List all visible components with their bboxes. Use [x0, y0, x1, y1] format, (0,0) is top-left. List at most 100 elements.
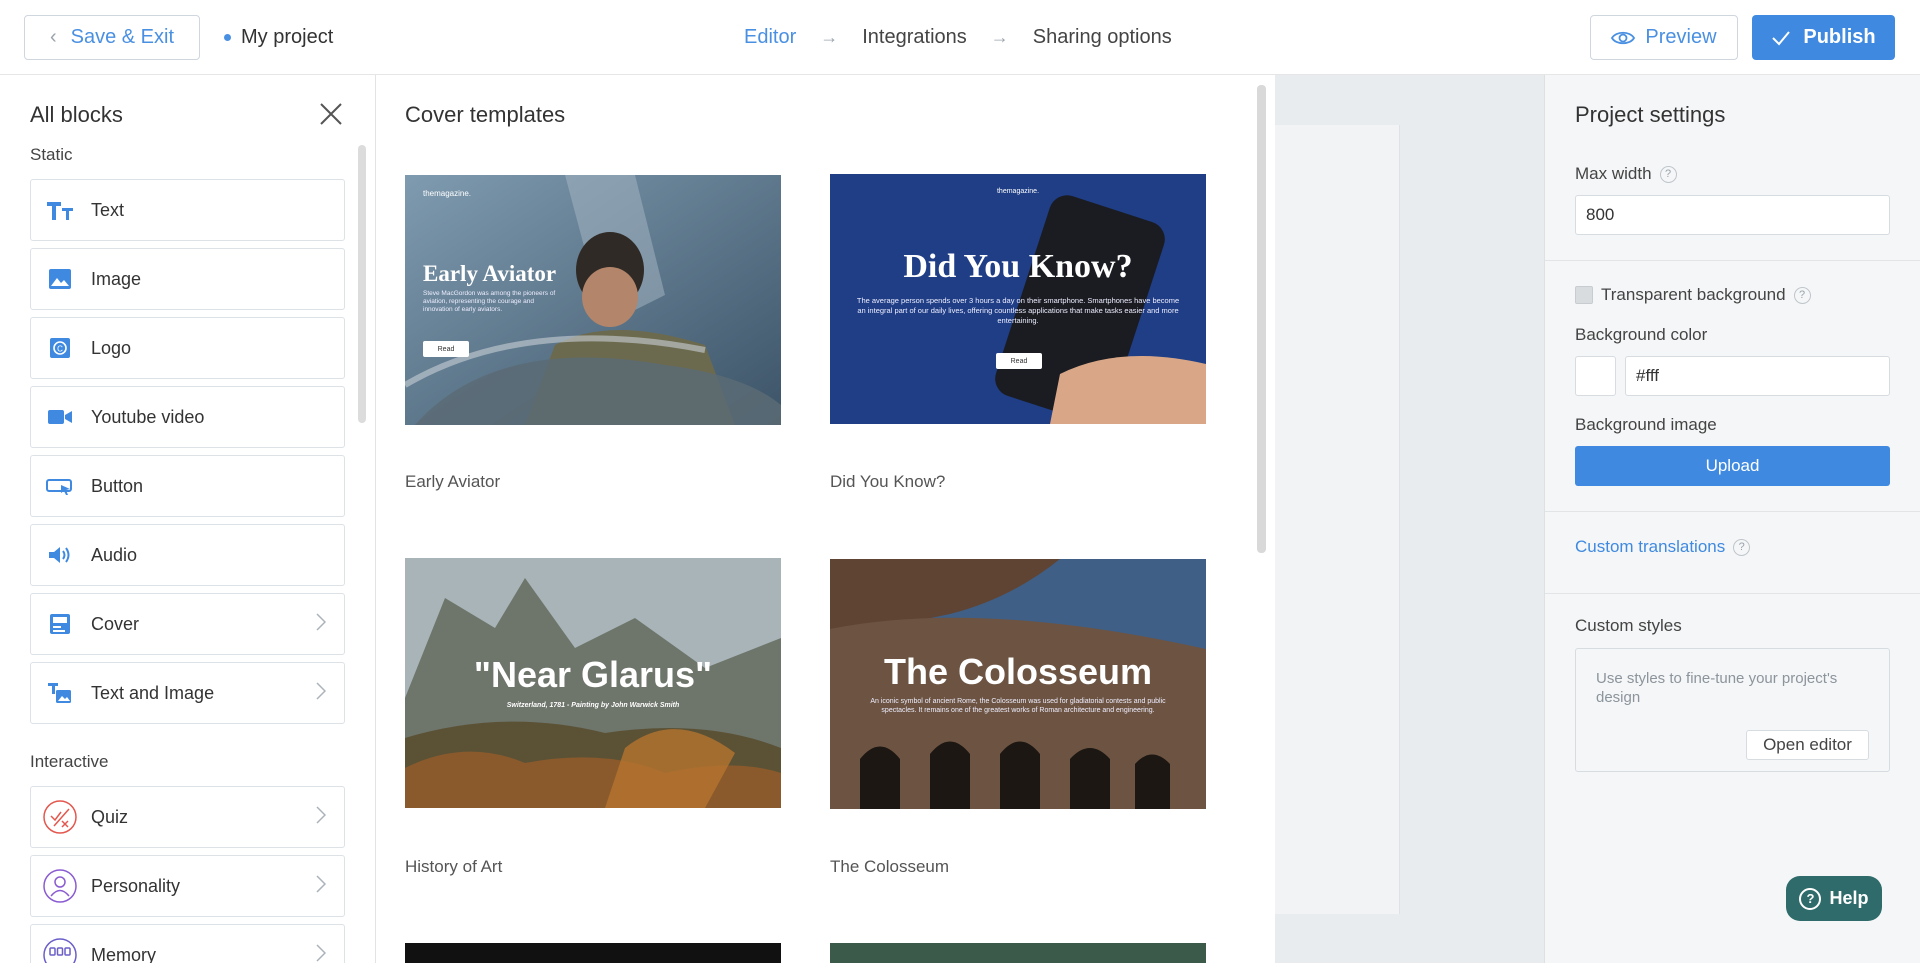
- divider: [1545, 511, 1920, 512]
- block-item-youtube-video[interactable]: Youtube video: [30, 386, 345, 448]
- block-item-label: Text and Image: [91, 682, 215, 703]
- custom-styles-box: Use styles to fine-tune your project's d…: [1575, 648, 1890, 772]
- max-width-label: Max width ?: [1575, 164, 1677, 184]
- template-body: The average person spends over 3 hours a…: [856, 296, 1180, 325]
- template-body: Steve MacGordon was among the pioneers o…: [423, 290, 556, 313]
- block-item-quiz[interactable]: Quiz: [30, 786, 345, 848]
- block-item-label: Audio: [91, 544, 138, 565]
- template-caption: Did You Know?: [830, 472, 946, 491]
- template-brand: themagazine.: [423, 189, 472, 198]
- background-color-input[interactable]: #fff: [1625, 356, 1890, 396]
- check-icon: [1772, 30, 1791, 45]
- upload-button[interactable]: Upload: [1575, 446, 1890, 486]
- publish-label: Publish: [1803, 26, 1876, 48]
- step-sharing-options[interactable]: Sharing options: [1033, 26, 1172, 49]
- block-item-label: Button: [91, 475, 144, 496]
- chevron-right-icon: [316, 874, 327, 898]
- help-button[interactable]: ? Help: [1786, 876, 1882, 921]
- question-icon: ?: [1799, 887, 1822, 910]
- template-body: Switzerland, 1781 - Painting by John War…: [506, 702, 680, 709]
- step-editor[interactable]: Editor: [744, 26, 796, 49]
- block-item-label: Logo: [91, 337, 132, 358]
- svg-text:C: C: [57, 345, 63, 354]
- block-item-personality[interactable]: Personality: [30, 855, 345, 917]
- blocks-panel: All blocks Static Text Image C Logo Yout…: [0, 75, 376, 963]
- custom-styles-hint: Use styles to fine-tune your project's d…: [1596, 670, 1838, 706]
- project-page-preview[interactable]: [1275, 125, 1400, 914]
- custom-translations-label: Custom translations: [1575, 537, 1726, 556]
- publish-button[interactable]: Publish: [1752, 15, 1895, 60]
- audio-icon: [43, 538, 77, 572]
- interactive-section-label: Interactive: [30, 752, 109, 771]
- help-circle-icon[interactable]: ?: [1793, 286, 1811, 304]
- memory-icon: [43, 938, 77, 963]
- max-width-input[interactable]: 800: [1575, 195, 1890, 235]
- cover-icon: [43, 607, 77, 641]
- background-color-label: Background color: [1575, 325, 1708, 344]
- template-body: An iconic symbol of ancient Rome, the Co…: [870, 698, 1166, 714]
- settings-panel: Project settings Max width ? 800 Transpa…: [1544, 75, 1920, 963]
- save-exit-label: Save & Exit: [70, 26, 175, 48]
- block-item-cover[interactable]: Cover: [30, 593, 345, 655]
- block-item-text[interactable]: Text: [30, 179, 345, 241]
- top-bar: ‹ Save & Exit My project Editor → Integr…: [0, 0, 1920, 75]
- text-icon: [43, 193, 77, 227]
- chevron-right-icon: [316, 612, 327, 636]
- divider: [1545, 260, 1920, 261]
- text-image-icon: [43, 676, 77, 710]
- unsaved-dot-icon: [224, 34, 231, 41]
- background-image-label: Background image: [1575, 415, 1717, 434]
- custom-translations-link[interactable]: Custom translations ?: [1575, 537, 1751, 557]
- block-item-label: Youtube video: [91, 406, 205, 427]
- block-item-text-and-image[interactable]: Text and Image: [30, 662, 345, 724]
- save-exit-button[interactable]: ‹ Save & Exit: [24, 15, 200, 60]
- step-integrations[interactable]: Integrations: [862, 26, 967, 49]
- block-item-label: Cover: [91, 613, 140, 634]
- template-read-button: Read: [996, 353, 1042, 369]
- template-card[interactable]: [830, 943, 1206, 963]
- template-card-history-of-art[interactable]: "Near Glarus" Switzerland, 1781 - Painti…: [405, 558, 781, 808]
- templates-panel-title: Cover templates: [405, 102, 566, 127]
- settings-title: Project settings: [1575, 102, 1726, 127]
- logo-icon: C: [43, 331, 77, 365]
- template-card[interactable]: [405, 943, 781, 963]
- transparent-background-checkbox[interactable]: [1575, 286, 1593, 304]
- video-icon: [43, 400, 77, 434]
- help-circle-icon[interactable]: ?: [1659, 165, 1677, 183]
- close-icon[interactable]: [318, 101, 344, 127]
- template-card-early-aviator[interactable]: themagazine. Early Aviator Steve MacGord…: [405, 175, 781, 425]
- block-item-label: Quiz: [91, 806, 129, 827]
- editor-canvas: [1275, 75, 1544, 963]
- template-heading: Did You Know?: [903, 248, 1133, 285]
- background-color-swatch[interactable]: [1575, 356, 1616, 396]
- help-circle-icon[interactable]: ?: [1733, 538, 1751, 556]
- chevron-left-icon: ‹: [49, 26, 57, 48]
- block-item-button[interactable]: Button: [30, 455, 345, 517]
- preview-button[interactable]: Preview: [1590, 15, 1738, 60]
- block-item-label: Personality: [91, 875, 181, 896]
- block-item-audio[interactable]: Audio: [30, 524, 345, 586]
- template-brand: themagazine.: [996, 188, 1040, 195]
- template-heading: The Colosseum: [883, 651, 1153, 692]
- block-item-label: Image: [91, 268, 142, 289]
- template-caption: Early Aviator: [405, 472, 501, 491]
- project-name[interactable]: My project: [224, 26, 333, 49]
- arrow-right-icon: →: [820, 27, 839, 47]
- template-card-did-you-know[interactable]: themagazine. Did You Know? The average p…: [830, 174, 1206, 424]
- divider: [1545, 593, 1920, 594]
- chevron-right-icon: [316, 805, 327, 829]
- template-card-the-colosseum[interactable]: The Colosseum An iconic symbol of ancien…: [830, 559, 1206, 809]
- block-item-image[interactable]: Image: [30, 248, 345, 310]
- transparent-background-label: Transparent background: [1601, 285, 1786, 304]
- transparent-background-option[interactable]: Transparent background ?: [1575, 285, 1811, 305]
- block-item-logo[interactable]: C Logo: [30, 317, 345, 379]
- chevron-right-icon: [316, 681, 327, 705]
- block-item-label: Memory: [91, 944, 157, 963]
- blocks-scrollbar[interactable]: [358, 145, 366, 423]
- preview-label: Preview: [1645, 26, 1717, 48]
- templates-scrollbar[interactable]: [1257, 85, 1266, 553]
- block-item-memory[interactable]: Memory: [30, 924, 345, 963]
- template-heading: "Near Glarus": [473, 654, 713, 695]
- arrow-right-icon: →: [990, 27, 1009, 47]
- open-editor-button[interactable]: Open editor: [1746, 730, 1869, 760]
